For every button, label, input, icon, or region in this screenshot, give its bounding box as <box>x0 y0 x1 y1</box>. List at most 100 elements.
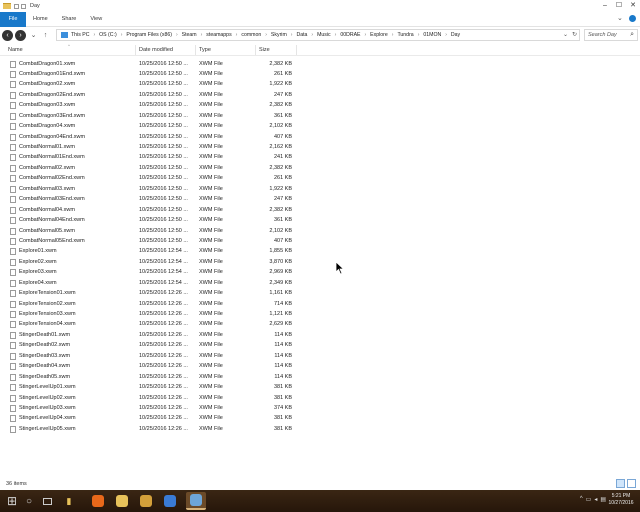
breadcrumb-separator-icon[interactable]: › <box>201 32 203 38</box>
breadcrumb-separator-icon[interactable]: › <box>335 32 337 38</box>
close-button[interactable]: ✕ <box>626 0 640 10</box>
file-row[interactable]: StingerLevelUp01.xwm 10/25/2016 12:26 ...… <box>0 383 640 393</box>
breadcrumb-separator-icon[interactable]: › <box>365 32 367 38</box>
forward-button[interactable]: › <box>15 29 26 41</box>
file-row[interactable]: CombatDragon04.xwm 10/25/2016 12:50 ... XW… <box>0 122 640 132</box>
breadcrumb-separator-icon[interactable]: › <box>291 32 293 38</box>
file-row[interactable]: CombatNormal05.xwm 10/25/2016 12:50 ... XW… <box>0 226 640 236</box>
breadcrumb-separator-icon[interactable]: › <box>265 32 267 38</box>
file-row[interactable]: CombatNormal04.xwm 10/25/2016 12:50 ... XW… <box>0 205 640 215</box>
taskbar-app-store[interactable] <box>160 492 180 510</box>
file-row[interactable]: StingerDeath01.xwm 10/25/2016 12:26 ... XW… <box>0 330 640 340</box>
taskbar-app-file-explorer[interactable] <box>112 492 132 510</box>
breadcrumb-item[interactable]: OS (C:) <box>99 32 117 38</box>
breadcrumb-item[interactable]: steamapps <box>206 32 231 38</box>
task-view-icon[interactable] <box>40 492 54 510</box>
volume-icon[interactable]: ◂ <box>594 496 597 503</box>
address-dropdown-icon[interactable]: ⌄ <box>563 31 568 38</box>
pinned-folder-icon[interactable]: ▮ <box>62 492 76 510</box>
taskbar-app-firefox[interactable] <box>88 492 108 510</box>
file-row[interactable]: CombatDragon01.xwm 10/25/2016 12:50 ... XW… <box>0 59 640 69</box>
file-row[interactable]: StingerLevelUp03.xwm 10/25/2016 12:26 ...… <box>0 403 640 413</box>
file-row[interactable]: CombatNormal02.xwm 10/25/2016 12:50 ... XW… <box>0 163 640 173</box>
breadcrumb-item[interactable]: Data <box>296 32 307 38</box>
breadcrumb-separator-icon[interactable]: › <box>121 32 123 38</box>
file-row[interactable]: CombatNormal03End.xwm 10/25/2016 12:50 ..… <box>0 195 640 205</box>
file-row[interactable]: Explore04.xwm 10/25/2016 12:54 ... XWM Fil… <box>0 278 640 288</box>
taskbar-clock[interactable]: 5:21 PM 10/27/2016 <box>606 493 636 507</box>
breadcrumb-item[interactable]: Program Files (x86) <box>126 32 172 38</box>
breadcrumb-separator-icon[interactable]: › <box>392 32 394 38</box>
large-icons-view-icon[interactable] <box>627 479 636 488</box>
breadcrumb-item[interactable]: 01MON <box>423 32 441 38</box>
network-icon[interactable]: ▭ <box>586 496 592 503</box>
file-row[interactable]: CombatNormal03.xwm 10/25/2016 12:50 ... XW… <box>0 184 640 194</box>
file-row[interactable]: StingerLevelUp02.xwm 10/25/2016 12:26 ...… <box>0 393 640 403</box>
minimize-button[interactable]: – <box>598 0 612 10</box>
column-header-date-modified[interactable]: Date modified <box>139 47 173 56</box>
file-row[interactable]: Explore02.xwm 10/25/2016 12:54 ... XWM Fil… <box>0 257 640 267</box>
file-row[interactable]: ExploreTension03.xwm 10/25/2016 12:26 ...… <box>0 310 640 320</box>
back-button[interactable]: ‹ <box>2 29 13 41</box>
file-row[interactable]: ExploreTension02.xwm 10/25/2016 12:26 ...… <box>0 299 640 309</box>
file-row[interactable]: ExploreTension01.xwm 10/25/2016 12:26 ...… <box>0 289 640 299</box>
cortana-search-icon[interactable]: ○ <box>22 492 36 510</box>
maximize-button[interactable]: ☐ <box>612 0 626 10</box>
file-row[interactable]: CombatDragon02End.xwm 10/25/2016 12:50 ..… <box>0 90 640 100</box>
breadcrumb-separator-icon[interactable]: › <box>445 32 447 38</box>
tab-share[interactable]: Share <box>55 12 84 27</box>
search-input[interactable]: Search Day ⌕ <box>584 29 638 41</box>
column-header-type[interactable]: Type <box>199 47 211 56</box>
new-folder-icon[interactable] <box>21 3 26 9</box>
file-row[interactable]: CombatNormal01End.xwm 10/25/2016 12:50 ..… <box>0 153 640 163</box>
breadcrumb-item[interactable]: This PC <box>71 32 89 38</box>
breadcrumb-separator-icon[interactable]: › <box>418 32 420 38</box>
breadcrumb-item[interactable]: Tundra <box>397 32 413 38</box>
tab-file[interactable]: File <box>0 11 26 27</box>
file-row[interactable]: StingerLevelUp04.xwm 10/25/2016 12:26 ...… <box>0 414 640 424</box>
file-row[interactable]: StingerDeath04.xwm 10/25/2016 12:26 ... XW… <box>0 362 640 372</box>
file-row[interactable]: Explore01.xwm 10/25/2016 12:54 ... XWM Fil… <box>0 247 640 257</box>
file-row[interactable]: StingerDeath02.xwm 10/25/2016 12:26 ... XW… <box>0 341 640 351</box>
column-divider[interactable] <box>195 45 196 55</box>
file-row[interactable]: CombatNormal04End.xwm 10/25/2016 12:50 ..… <box>0 216 640 226</box>
tab-view[interactable]: View <box>83 12 109 27</box>
help-icon[interactable] <box>629 15 636 22</box>
up-button[interactable]: ↑ <box>41 31 50 40</box>
tab-home[interactable]: Home <box>26 12 55 27</box>
file-row[interactable]: CombatDragon03.xwm 10/25/2016 12:50 ... XW… <box>0 101 640 111</box>
file-row[interactable]: CombatDragon03End.xwm 10/25/2016 12:50 ..… <box>0 111 640 121</box>
search-icon[interactable]: ⌕ <box>630 31 634 39</box>
breadcrumb-item[interactable]: Explore <box>370 32 388 38</box>
file-row[interactable]: CombatDragon04End.xwm 10/25/2016 12:50 ..… <box>0 132 640 142</box>
file-row[interactable]: CombatDragon01End.xwm 10/25/2016 12:50 ..… <box>0 69 640 79</box>
column-header-size[interactable]: Size <box>259 47 270 56</box>
file-row[interactable]: CombatDragon02.xwm 10/25/2016 12:50 ... XW… <box>0 80 640 90</box>
file-row[interactable]: CombatNormal05End.xwm 10/25/2016 12:50 ..… <box>0 236 640 246</box>
file-row[interactable]: StingerDeath05.xwm 10/25/2016 12:26 ... XW… <box>0 372 640 382</box>
details-view-icon[interactable] <box>616 479 625 488</box>
column-header-name[interactable]: Name <box>8 47 23 56</box>
column-divider[interactable] <box>296 45 297 55</box>
breadcrumb-item[interactable]: Steam <box>182 32 197 38</box>
file-row[interactable]: CombatNormal01.xwm 10/25/2016 12:50 ... XW… <box>0 143 640 153</box>
taskbar-app-explorer-window[interactable] <box>186 492 206 510</box>
show-hidden-icons-icon[interactable]: ^ <box>580 496 583 503</box>
file-row[interactable]: ExploreTension04.xwm 10/25/2016 12:26 ...… <box>0 320 640 330</box>
properties-icon[interactable] <box>14 3 19 9</box>
windows-start-icon[interactable]: ⊞ <box>4 492 20 510</box>
file-row[interactable]: CombatNormal02End.xwm 10/25/2016 12:50 ..… <box>0 174 640 184</box>
column-divider[interactable] <box>255 45 256 55</box>
breadcrumb-separator-icon[interactable]: › <box>236 32 238 38</box>
file-row[interactable]: Explore03.xwm 10/25/2016 12:54 ... XWM Fil… <box>0 268 640 278</box>
recent-locations-icon[interactable]: ⌄ <box>29 31 38 40</box>
breadcrumb-item[interactable]: Skyrim <box>271 32 287 38</box>
breadcrumb-separator-icon[interactable]: › <box>176 32 178 38</box>
file-row[interactable]: StingerLevelUp05.xwm 10/25/2016 12:26 ...… <box>0 424 640 434</box>
breadcrumb-item[interactable]: common <box>241 32 261 38</box>
breadcrumb-item[interactable]: 00DRAE <box>340 32 360 38</box>
breadcrumb-item[interactable]: Day <box>451 32 460 38</box>
breadcrumb-separator-icon[interactable]: › <box>311 32 313 38</box>
address-bar[interactable]: This PC › OS (C:) › Program Files (x86) › Stea… <box>56 29 580 41</box>
refresh-icon[interactable]: ↻ <box>572 31 577 38</box>
